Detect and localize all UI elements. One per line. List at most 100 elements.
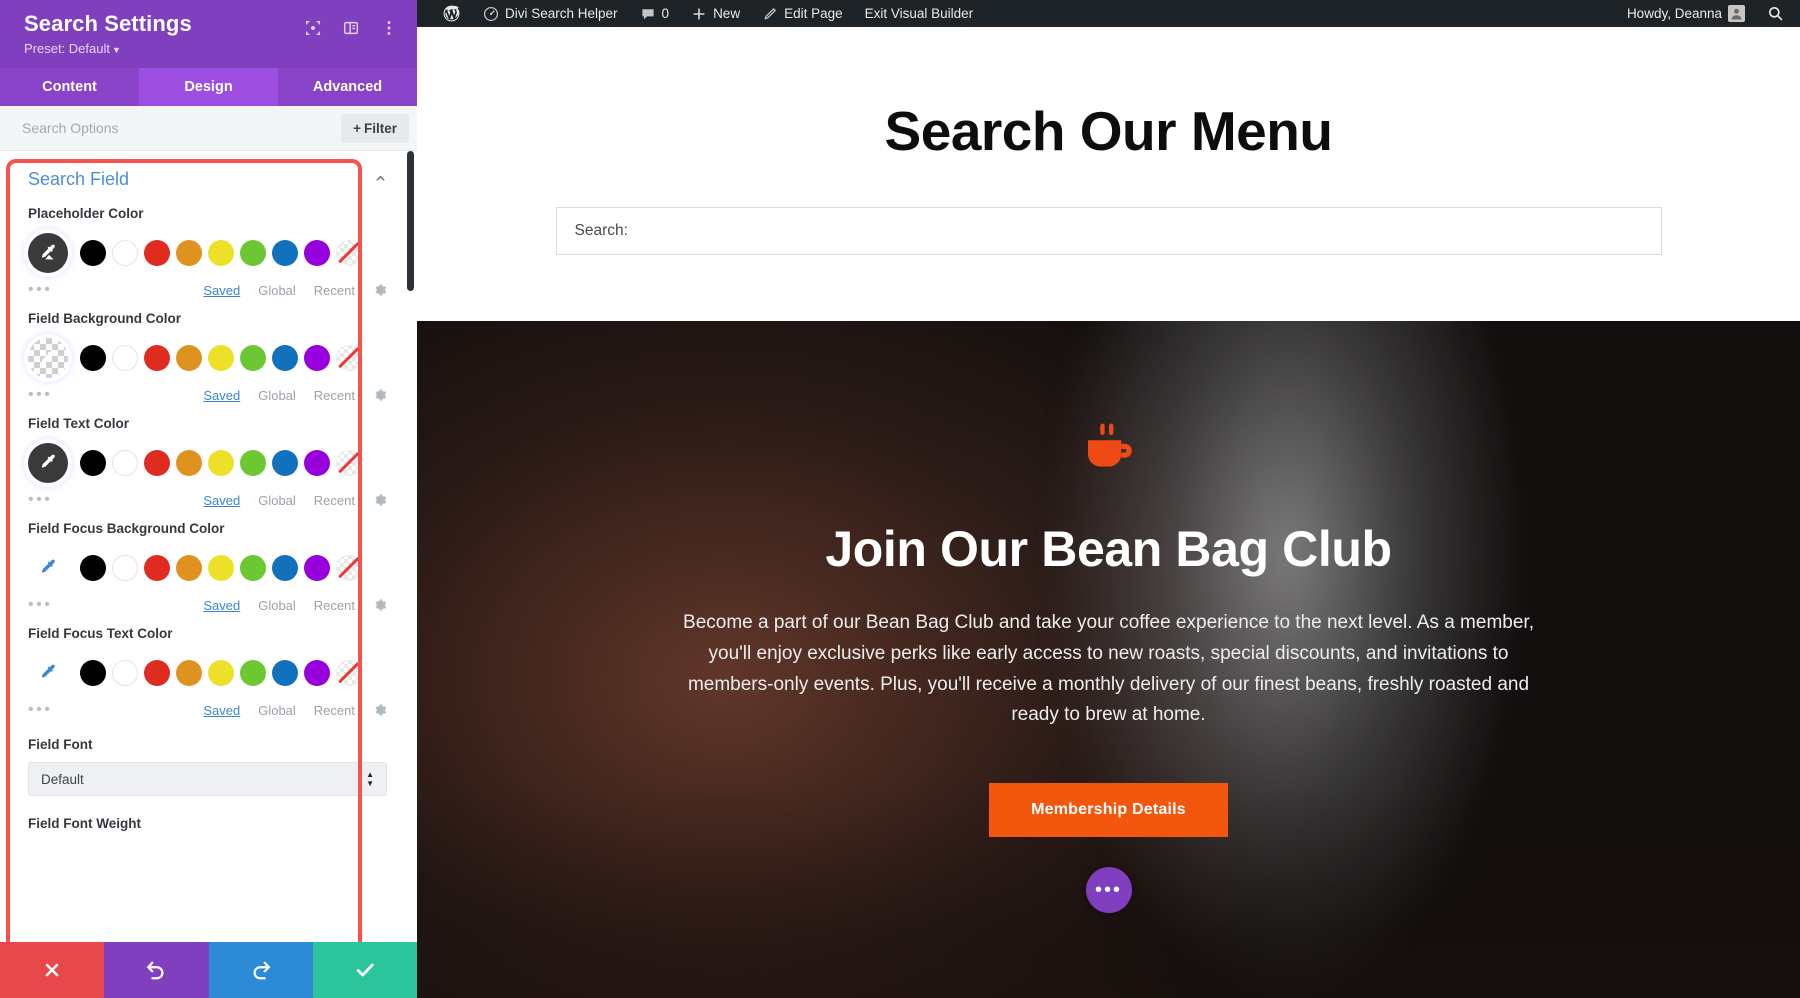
- chip-green[interactable]: [240, 240, 266, 266]
- chip-yellow[interactable]: [208, 345, 234, 371]
- chip-green[interactable]: [240, 660, 266, 686]
- exit-visual-builder-menu[interactable]: Exit Visual Builder: [854, 0, 985, 27]
- palette-tab-recent[interactable]: Recent: [314, 703, 355, 718]
- chip-green[interactable]: [240, 555, 266, 581]
- chip-black[interactable]: [80, 660, 106, 686]
- comments-menu[interactable]: 0: [629, 0, 681, 27]
- chip-blue[interactable]: [272, 345, 298, 371]
- search-field-section-header[interactable]: Search Field: [28, 169, 387, 190]
- chip-orange[interactable]: [176, 345, 202, 371]
- color-picker-swatch[interactable]: [28, 443, 68, 483]
- membership-details-button[interactable]: Membership Details: [989, 783, 1228, 838]
- wordpress-logo-icon[interactable]: [431, 0, 472, 27]
- search-input-field[interactable]: Search:: [555, 207, 1662, 255]
- chip-transparent[interactable]: [336, 660, 362, 686]
- gear-icon[interactable]: [373, 598, 387, 612]
- palette-tab-saved[interactable]: Saved: [203, 703, 240, 718]
- chevron-up-icon[interactable]: [374, 172, 387, 188]
- palette-tab-global[interactable]: Global: [258, 598, 296, 613]
- chip-red[interactable]: [144, 450, 170, 476]
- chip-white[interactable]: [112, 240, 138, 266]
- chip-blue[interactable]: [272, 660, 298, 686]
- palette-tab-global[interactable]: Global: [258, 493, 296, 508]
- chip-red[interactable]: [144, 240, 170, 266]
- palette-tab-saved[interactable]: Saved: [203, 283, 240, 298]
- tab-design[interactable]: Design: [139, 68, 278, 106]
- search-options-input[interactable]: [22, 120, 332, 136]
- palette-tab-recent[interactable]: Recent: [314, 388, 355, 403]
- palette-tab-global[interactable]: Global: [258, 388, 296, 403]
- color-picker-swatch[interactable]: [28, 338, 68, 378]
- chip-purple[interactable]: [304, 555, 330, 581]
- palette-tab-global[interactable]: Global: [258, 703, 296, 718]
- site-name-menu[interactable]: Divi Search Helper: [472, 0, 629, 27]
- palette-tab-recent[interactable]: Recent: [314, 493, 355, 508]
- chip-black[interactable]: [80, 240, 106, 266]
- chip-purple[interactable]: [304, 660, 330, 686]
- chip-white[interactable]: [112, 345, 138, 371]
- scrollbar-thumb[interactable]: [407, 151, 414, 291]
- chip-transparent[interactable]: [336, 450, 362, 476]
- redo-button[interactable]: [208, 942, 313, 998]
- chip-red[interactable]: [144, 660, 170, 686]
- chip-transparent[interactable]: [336, 555, 362, 581]
- palette-tab-global[interactable]: Global: [258, 283, 296, 298]
- palette-tab-saved[interactable]: Saved: [203, 388, 240, 403]
- chip-orange[interactable]: [176, 240, 202, 266]
- layout-view-icon[interactable]: [341, 18, 361, 38]
- more-colors-icon[interactable]: •••: [28, 701, 128, 719]
- palette-tab-recent[interactable]: Recent: [314, 598, 355, 613]
- gear-icon[interactable]: [373, 493, 387, 507]
- chip-red[interactable]: [144, 345, 170, 371]
- tab-content[interactable]: Content: [0, 68, 139, 106]
- palette-tab-saved[interactable]: Saved: [203, 493, 240, 508]
- chip-purple[interactable]: [304, 450, 330, 476]
- chip-transparent[interactable]: [336, 345, 362, 371]
- tab-advanced[interactable]: Advanced: [278, 68, 417, 106]
- chip-white[interactable]: [112, 660, 138, 686]
- chip-yellow[interactable]: [208, 555, 234, 581]
- chip-purple[interactable]: [304, 345, 330, 371]
- edit-page-menu[interactable]: Edit Page: [751, 0, 854, 27]
- chip-red[interactable]: [144, 555, 170, 581]
- gear-icon[interactable]: [373, 388, 387, 402]
- chip-white[interactable]: [112, 450, 138, 476]
- chip-green[interactable]: [240, 450, 266, 476]
- chip-black[interactable]: [80, 345, 106, 371]
- more-options-icon[interactable]: [379, 18, 399, 38]
- chip-transparent[interactable]: [336, 240, 362, 266]
- color-picker-swatch[interactable]: [28, 548, 68, 588]
- gear-icon[interactable]: [373, 283, 387, 297]
- more-colors-icon[interactable]: •••: [28, 491, 128, 509]
- chip-black[interactable]: [80, 450, 106, 476]
- color-picker-swatch[interactable]: [28, 233, 68, 273]
- module-settings-fab[interactable]: •••: [1085, 867, 1132, 914]
- chip-orange[interactable]: [176, 555, 202, 581]
- more-colors-icon[interactable]: •••: [28, 596, 128, 614]
- chip-white[interactable]: [112, 555, 138, 581]
- chip-blue[interactable]: [272, 555, 298, 581]
- chip-orange[interactable]: [176, 450, 202, 476]
- field-font-select[interactable]: Default ▲ ▼: [28, 762, 387, 796]
- cancel-button[interactable]: [0, 942, 105, 998]
- chip-yellow[interactable]: [208, 450, 234, 476]
- chip-orange[interactable]: [176, 660, 202, 686]
- color-picker-swatch[interactable]: [28, 653, 68, 693]
- gear-icon[interactable]: [373, 703, 387, 717]
- chip-blue[interactable]: [272, 240, 298, 266]
- panel-scrollbar[interactable]: [407, 151, 414, 942]
- search-icon[interactable]: [1756, 0, 1800, 27]
- palette-tab-recent[interactable]: Recent: [314, 283, 355, 298]
- undo-button[interactable]: [104, 942, 209, 998]
- palette-tab-saved[interactable]: Saved: [203, 598, 240, 613]
- chip-purple[interactable]: [304, 240, 330, 266]
- more-colors-icon[interactable]: •••: [28, 386, 128, 404]
- filter-button[interactable]: + Filter: [341, 113, 409, 143]
- more-colors-icon[interactable]: •••: [28, 281, 128, 299]
- chip-blue[interactable]: [272, 450, 298, 476]
- preset-selector[interactable]: Preset: Default ▼: [24, 41, 192, 56]
- responsive-view-icon[interactable]: [303, 18, 323, 38]
- chip-green[interactable]: [240, 345, 266, 371]
- account-menu[interactable]: Howdy, Deanna: [1616, 0, 1756, 27]
- chip-yellow[interactable]: [208, 660, 234, 686]
